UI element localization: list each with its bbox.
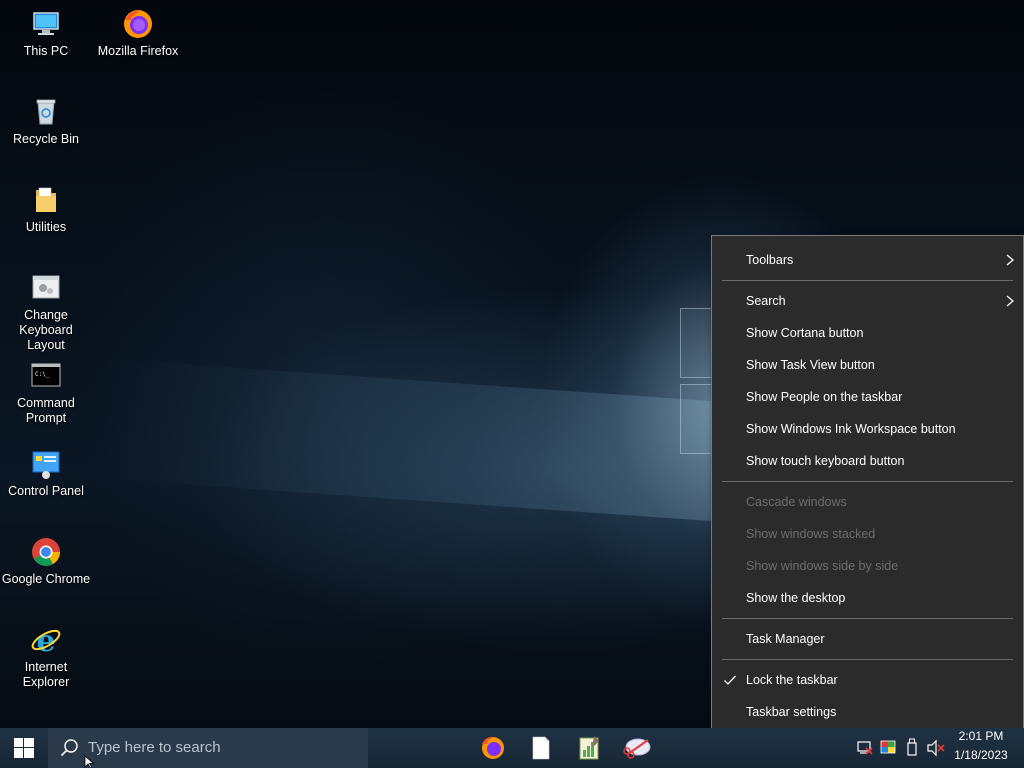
menu-separator [722,618,1013,619]
menu-item-label: Task Manager [746,632,825,646]
menu-item-label: Search [746,294,786,308]
desktop-icon-label: Recycle Bin [13,132,79,146]
desktop-icon-label: Google Chrome [1,572,91,586]
notepad-icon [532,736,550,760]
menu-item-show-windows-side-by-side: Show windows side by side [712,550,1023,582]
menu-item-label: Show Cortana button [746,326,864,340]
volume-muted-icon [927,739,945,757]
menu-item-lock-the-taskbar[interactable]: Lock the taskbar [712,664,1023,696]
menu-separator [722,481,1013,482]
desktop-icon-label: Internet Explorer [22,660,70,689]
menu-separator [722,659,1013,660]
mouse-cursor-icon [84,755,95,768]
svg-text:C:\_: C:\_ [35,371,50,378]
chrome-icon [30,536,62,568]
menu-item-show-windows-stacked: Show windows stacked [712,518,1023,550]
wallpaper-logo-pane [680,308,712,378]
start-button[interactable] [0,728,48,768]
desktop-icon-firefox[interactable]: Mozilla Firefox [92,8,184,59]
menu-item-toolbars[interactable]: Toolbars [712,244,1023,276]
tray-color-icon[interactable] [878,728,898,768]
taskbar-app-firefox[interactable] [469,728,517,768]
desktop-icon-utilities[interactable]: Utilities [0,184,92,235]
menu-item-label: Show the desktop [746,591,846,605]
taskbar-context-menu: Toolbars Search Show Cortana button Show… [711,235,1024,737]
taskbar[interactable]: Type here to search 2:01 PM 1/18/2023 [0,728,1024,768]
color-palette-icon [880,740,896,754]
tray-network-icon[interactable] [855,728,875,768]
menu-item-show-touch-keyboard[interactable]: Show touch keyboard button [712,445,1023,477]
folder-icon [30,184,62,216]
chevron-right-icon [1005,254,1015,266]
desktop-icon-label: Change Keyboard Layout [19,308,73,352]
menu-item-label: Show Task View button [746,358,875,372]
desktop-icon-recycle-bin[interactable]: Recycle Bin [0,96,92,147]
menu-item-show-task-view-button[interactable]: Show Task View button [712,349,1023,381]
menu-item-label: Show People on the taskbar [746,390,903,404]
internet-explorer-icon: e [30,624,62,659]
menu-item-search[interactable]: Search [712,285,1023,317]
desktop-icon-internet-explorer[interactable]: e Internet Explorer [0,624,92,690]
menu-item-taskbar-settings[interactable]: Taskbar settings [712,696,1023,728]
search-placeholder: Type here to search [88,739,221,756]
desktop-icon-change-keyboard-layout[interactable]: Change Keyboard Layout [0,272,92,353]
windows-logo-icon [14,738,34,758]
desktop-icon-command-prompt[interactable]: C:\_ Command Prompt [0,360,92,426]
menu-item-label: Cascade windows [746,495,847,509]
firefox-icon [122,8,154,40]
firefox-icon [482,736,504,759]
wallpaper-light-beam [100,358,720,522]
system-clock[interactable]: 2:01 PM 1/18/2023 [946,728,1016,768]
menu-item-label: Show Windows Ink Workspace button [746,422,956,436]
desktop-icon-label: Control Panel [8,484,84,498]
network-disconnected-icon [857,741,873,755]
snipping-tool-icon [623,738,651,759]
menu-item-label: Show windows side by side [746,559,899,573]
settings-window-icon [30,272,62,304]
desktop-icon-label: This PC [23,44,69,58]
command-prompt-icon: C:\_ [30,360,62,392]
taskbar-app-notepad[interactable] [517,728,565,768]
menu-item-label: Show touch keyboard button [746,454,905,468]
recycle-bin-icon [30,96,62,128]
desktop-icon-label: Utilities [25,220,67,234]
search-icon [60,738,80,758]
desktop-icon-label: Mozilla Firefox [97,44,179,58]
menu-item-show-people[interactable]: Show People on the taskbar [712,381,1023,413]
clock-time: 2:01 PM [958,729,1004,743]
menu-separator [722,280,1013,281]
chevron-right-icon [1005,295,1015,307]
tray-usb-icon[interactable] [902,728,922,768]
menu-item-show-the-desktop[interactable]: Show the desktop [712,582,1023,614]
svg-text:e: e [36,624,55,656]
control-panel-icon [30,448,62,480]
computer-icon [30,8,62,40]
desktop-icon-google-chrome[interactable]: Google Chrome [0,536,92,587]
paint-chart-icon [579,736,599,760]
menu-item-label: Show windows stacked [746,527,876,541]
menu-item-show-cortana-button[interactable]: Show Cortana button [712,317,1023,349]
taskbar-app-snipping[interactable] [614,728,662,768]
desktop-icon-label: Command Prompt [17,396,75,425]
desktop-icon-this-pc[interactable]: This PC [0,8,92,59]
taskbar-app-chart-tool[interactable] [565,728,613,768]
wallpaper-logo-pane [680,384,712,454]
menu-item-task-manager[interactable]: Task Manager [712,623,1023,655]
menu-item-label: Taskbar settings [746,705,837,719]
usb-device-icon [907,738,917,756]
tray-volume-icon[interactable] [926,728,946,768]
menu-item-show-windows-ink[interactable]: Show Windows Ink Workspace button [712,413,1023,445]
search-input[interactable]: Type here to search [48,728,368,768]
clock-date: 1/18/2023 [954,748,1008,762]
checkmark-icon [723,673,737,687]
menu-item-cascade-windows: Cascade windows [712,486,1023,518]
desktop-icon-control-panel[interactable]: Control Panel [0,448,92,499]
menu-item-label: Toolbars [746,253,794,267]
menu-item-label: Lock the taskbar [746,673,838,687]
